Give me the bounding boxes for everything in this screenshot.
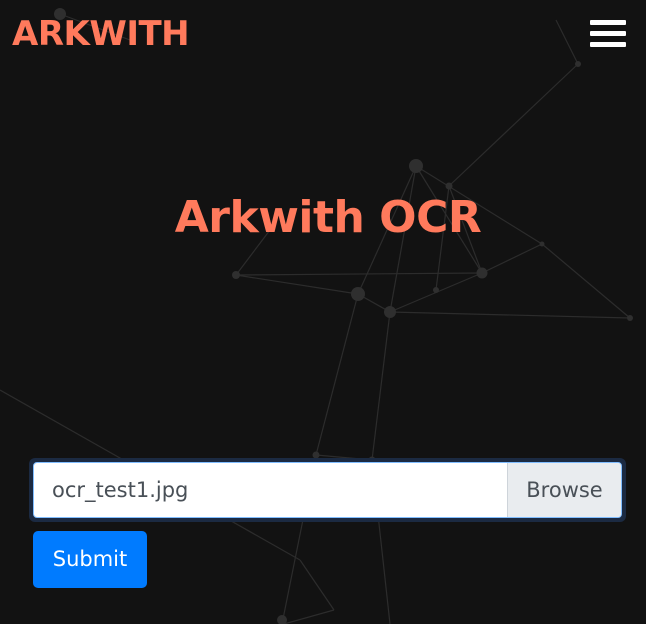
- menu-bar-middle: [590, 31, 626, 36]
- hamburger-menu-icon[interactable]: [586, 16, 628, 52]
- file-name-label: ocr_test1.jpg: [52, 478, 189, 502]
- menu-bar-bottom: [590, 42, 626, 47]
- page: ARKWITH Arkwith OCR ocr_test1.jpg Browse…: [0, 0, 646, 624]
- brand-logo[interactable]: ARKWITH: [12, 12, 190, 56]
- file-input[interactable]: ocr_test1.jpg Browse: [33, 462, 622, 518]
- browse-button[interactable]: Browse: [507, 463, 621, 517]
- submit-button[interactable]: Submit: [33, 531, 147, 588]
- page-title: Arkwith OCR: [174, 192, 482, 243]
- menu-bar-top: [590, 20, 626, 25]
- file-upload-focus-ring: ocr_test1.jpg Browse: [29, 458, 626, 522]
